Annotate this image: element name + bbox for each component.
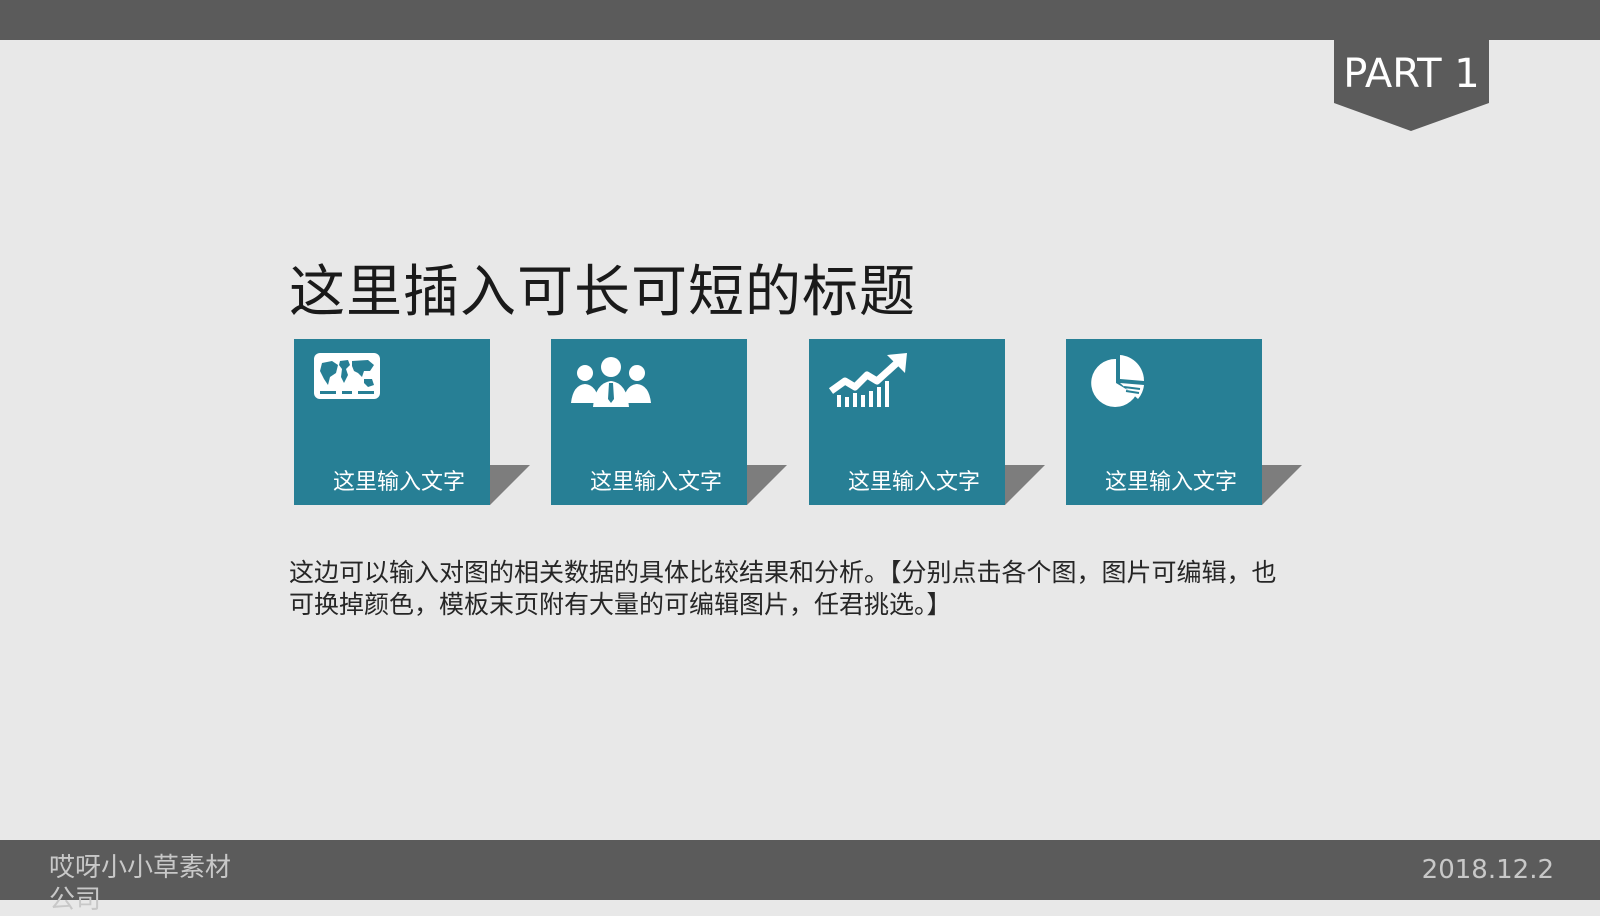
card-4: 这里输入文字 [1066,339,1262,505]
footer-date: 2018.12.2 [1421,855,1554,885]
card-label: 这里输入文字 [847,470,980,495]
card-label: 这里输入文字 [589,470,722,495]
card-label: 这里输入文字 [1104,470,1237,495]
card-fold-1 [490,465,530,505]
card-fold-4 [1262,465,1302,505]
part-label: PART 1 [1343,51,1480,97]
card-3: 这里输入文字 [809,339,1005,505]
card-1: 这里输入文字 [294,339,490,505]
team-people-icon [571,353,651,413]
card-fold-2 [747,465,787,505]
top-bar [0,0,1600,40]
card-fold-3 [1005,465,1045,505]
slide-title: 这里插入可长可短的标题 [289,260,916,325]
description-text: 这边可以输入对图的相关数据的具体比较结果和分析。【分别点击各个图，图片可编辑，也… [289,558,1277,619]
world-map-icon [314,353,382,407]
footer-company-name: 哎呀小小草素材公司 [49,853,232,915]
part-badge: PART 1 [1334,40,1489,131]
card-label: 这里输入文字 [332,470,465,495]
pie-chart-icon [1086,353,1148,413]
card-2: 这里输入文字 [551,339,747,505]
growth-chart-icon [828,353,909,413]
